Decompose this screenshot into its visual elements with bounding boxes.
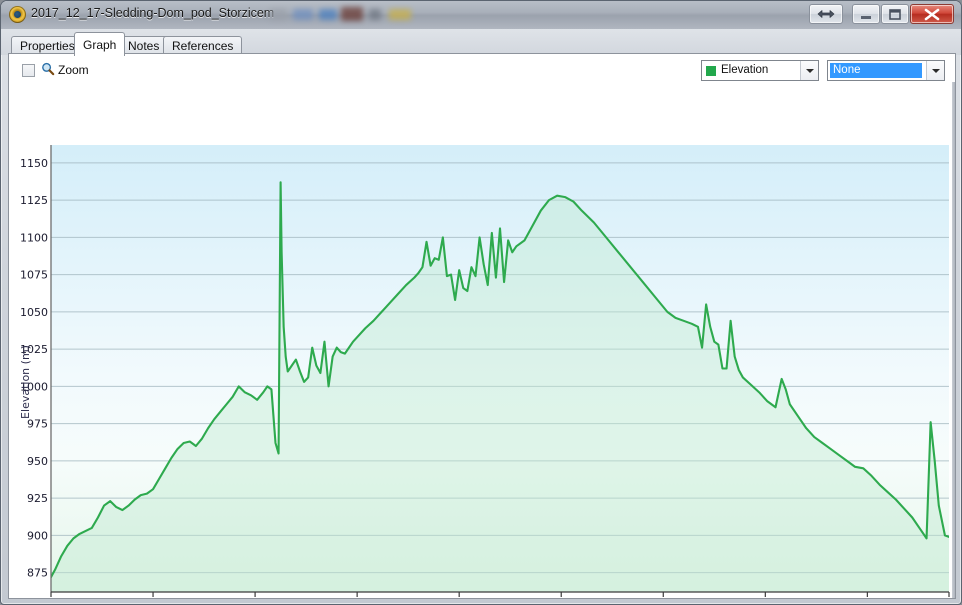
series-color-swatch <box>706 66 716 76</box>
y-tick-label: 1050 <box>20 306 48 319</box>
secondary-series-select-value: None <box>833 64 861 76</box>
y-tick-label: 900 <box>27 529 48 542</box>
series-select-value: Elevation <box>721 64 769 76</box>
y-tick-label: 1150 <box>20 157 48 170</box>
y-tick-label: 1075 <box>20 269 48 282</box>
chevron-down-icon[interactable] <box>926 61 944 80</box>
secondary-series-select[interactable]: None <box>827 60 945 81</box>
elevation-chart[interactable]: 875 900 925 950 975 1000 1025 1050 1075 1100 1125 1… <box>9 82 955 598</box>
magnifier-icon[interactable] <box>41 62 55 81</box>
y-tick-label: 1100 <box>20 231 48 244</box>
app-circle-icon <box>9 6 26 23</box>
tab-label: References <box>172 39 234 53</box>
blurred-toolbar-icons <box>269 5 411 25</box>
title-bar[interactable]: 2017_12_17-Sledding-Dom_pod_Storzicem <box>1 1 961 30</box>
graph-toolbar: Zoom Elevation None <box>9 54 955 82</box>
x-axis-ticks <box>50 592 950 597</box>
chevron-down-icon[interactable] <box>800 61 818 80</box>
y-tick-label: 1125 <box>20 194 48 207</box>
tab-label: Notes <box>128 39 160 53</box>
close-button[interactable] <box>910 4 954 24</box>
y-tick-label: 950 <box>27 455 48 468</box>
tab-strip: Properties Graph Notes References <box>1 29 961 56</box>
tab-graph[interactable]: Graph <box>74 32 126 56</box>
y-axis-title: Elevation (m) <box>19 345 32 419</box>
tab-label: Properties <box>20 39 75 53</box>
maximize-button[interactable] <box>881 4 909 24</box>
minimize-button[interactable] <box>852 4 880 24</box>
tab-panel-graph: Zoom Elevation None 875 900 925 950 975 … <box>8 53 956 599</box>
zoom-label: Zoom <box>58 63 89 77</box>
resize-button[interactable] <box>809 4 843 24</box>
zoom-checkbox[interactable] <box>22 64 35 77</box>
window-title: 2017_12_17-Sledding-Dom_pod_Storzicem <box>31 6 275 20</box>
plot-right-edge <box>952 82 955 598</box>
elevation-profile-plot: 8759009259509751000102510501075110011251… <box>19 145 950 597</box>
y-tick-label: 875 <box>27 567 48 580</box>
tab-label: Graph <box>83 38 117 52</box>
y-tick-label: 925 <box>27 492 48 505</box>
series-select[interactable]: Elevation <box>701 60 819 81</box>
application-window: 2017_12_17-Sledding-Dom_pod_Storzicem Pr… <box>0 0 962 605</box>
